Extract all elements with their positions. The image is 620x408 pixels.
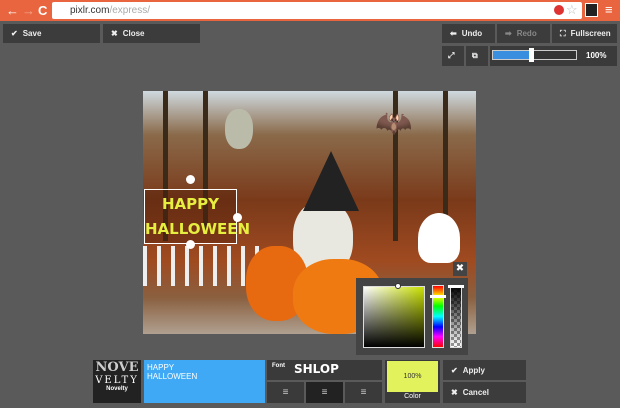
undo-button[interactable]: ⬅ Undo [442,24,495,43]
close-picker-button[interactable]: ✖ [453,262,467,276]
url-path: /express/ [109,5,151,16]
color-button[interactable]: 100% Color [385,360,440,403]
owl [225,109,253,149]
apply-button[interactable]: ✔ Apply [443,360,526,380]
extension-icon[interactable] [585,3,598,17]
color-swatch: 100% [387,361,438,392]
resize-handle[interactable] [233,213,242,222]
menu-icon[interactable]: ≡ [605,2,613,17]
zoom-value: 100% [586,51,607,60]
zoom-slider[interactable] [492,50,577,60]
text-input[interactable]: HAPPY HALLOWEEN [144,360,265,403]
color-picker-handle[interactable] [395,283,401,289]
text-layer-selection[interactable]: HAPPY HALLOWEEN [144,189,250,244]
witch-hat [303,151,359,211]
align-left-button[interactable]: ≡ [267,382,304,403]
adblock-icon[interactable] [554,5,564,15]
alpha-slider[interactable] [450,285,462,348]
close-icon: ✖ [451,388,458,397]
arrow-right-icon: ➡ [505,29,512,38]
forward-button[interactable]: → [22,3,35,18]
zoom-slider-fill [493,51,531,59]
url-host: pixlr.com [70,5,110,16]
fullscreen-icon: ⛶ [560,28,566,38]
align-center-button[interactable]: ≡ [306,382,343,403]
align-right-button[interactable]: ≡ [345,382,382,403]
redo-button[interactable]: ➡ Redo [497,24,550,43]
zoom-slider-handle[interactable] [529,48,535,62]
fullscreen-button[interactable]: ⛶ Fullscreen [552,24,617,43]
bats: 🦇 [375,107,413,140]
close-button[interactable]: ✖ Close [103,24,200,43]
arrow-left-icon: ⬅ [450,29,457,38]
actual-size-button[interactable]: ⧉ [466,46,488,66]
check-icon: ✔ [11,29,18,38]
resize-icon: ⤢ [448,51,455,60]
alpha-handle[interactable] [448,285,464,288]
back-button[interactable]: ← [6,3,19,18]
close-icon: ✖ [111,29,118,38]
address-bar[interactable]: pixlr.com/express/ [52,2,582,19]
resize-handle[interactable] [186,240,195,249]
fence [143,246,263,286]
fit-screen-button[interactable]: ⤢ [442,46,464,66]
reload-button[interactable]: C [38,3,47,18]
color-picker [356,278,468,355]
font-style-preview[interactable]: NOVE VELTY Novelty [93,360,141,403]
rotate-handle[interactable] [186,175,195,184]
edit-box-icon: ⧉ [472,51,478,60]
font-select[interactable]: Font SHLOP [267,360,382,380]
cancel-button[interactable]: ✖ Cancel [443,382,526,403]
saturation-value-field[interactable] [363,286,425,348]
check-icon: ✔ [451,365,458,375]
hue-handle[interactable] [430,295,446,298]
star-icon[interactable]: ☆ [566,2,578,18]
save-button[interactable]: ✔ Save [3,24,100,43]
ghost [418,213,460,263]
